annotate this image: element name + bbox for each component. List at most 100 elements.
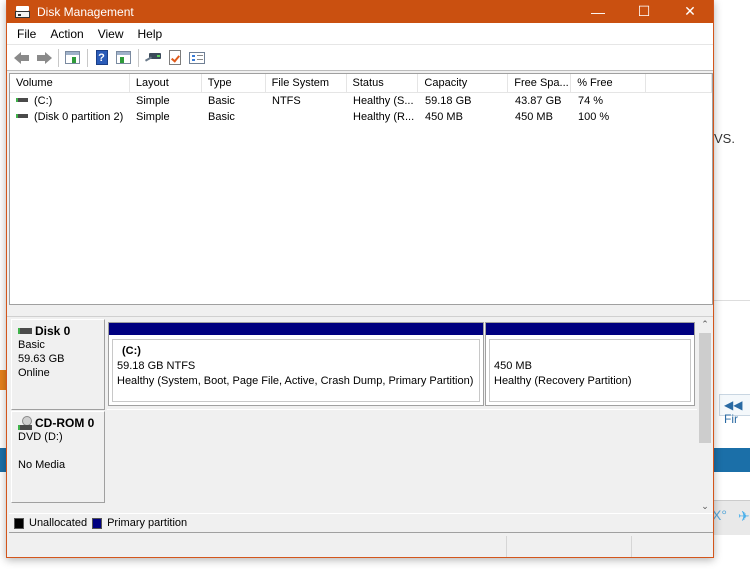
disk-0-size: 59.63 GB [18, 353, 65, 365]
toolbar-separator [58, 48, 59, 67]
partition-recovery[interactable]: 450 MB Healthy (Recovery Partition) [485, 322, 695, 406]
table-row[interactable]: (Disk 0 partition 2) Simple Basic Health… [10, 109, 712, 125]
disk-icon [18, 328, 32, 334]
legend-primary-partition: Primary partition [107, 517, 188, 529]
show-hide-action-pane-button[interactable] [113, 48, 134, 68]
disk-0-name: Disk 0 [35, 324, 71, 338]
cell-volume: (C:) [34, 95, 53, 107]
column-free-space[interactable]: Free Spa... [508, 74, 572, 93]
partition-c[interactable]: (C:) 59.18 GB NTFS Healthy (System, Boot… [108, 322, 484, 406]
volume-list-header: Volume Layout Type File System Status Ca… [10, 74, 712, 93]
cell-free-space: 43.87 GB [515, 95, 562, 107]
background-vs-text: VS. [714, 131, 735, 146]
column-filler [646, 74, 712, 93]
column-status[interactable]: Status [347, 74, 419, 93]
disk-0-partitions: (C:) 59.18 GB NTFS Healthy (System, Boot… [107, 317, 697, 409]
toolbar-separator [138, 48, 139, 67]
cell-file-system [266, 109, 347, 125]
background-divider [714, 300, 750, 301]
legend: Unallocated Primary partition [9, 513, 713, 533]
column-percent-free[interactable]: % Free [571, 74, 647, 93]
cdrom-0-area [107, 409, 697, 501]
forward-button[interactable] [33, 48, 54, 68]
primary-partition-swatch [92, 517, 103, 529]
show-hide-console-tree-icon [65, 51, 80, 64]
legend-unallocated: Unallocated [29, 517, 88, 529]
column-layout[interactable]: Layout [130, 74, 202, 93]
maximize-button[interactable]: ☐ [621, 0, 667, 23]
column-capacity[interactable]: Capacity [418, 74, 509, 93]
cell-status: Healthy (S... [353, 95, 414, 107]
cell-type: Basic [208, 111, 235, 123]
menu-bar: File Action View Help [7, 23, 713, 45]
background-x-icon[interactable]: X° [712, 507, 727, 523]
scroll-up-button[interactable]: ⌃ [697, 317, 713, 331]
forward-icon [36, 51, 52, 64]
cdrom-0-name: CD-ROM 0 [35, 416, 95, 430]
disk-management-app-icon [15, 5, 31, 19]
menu-help[interactable]: Help [132, 27, 169, 41]
twitter-icon[interactable]: ✈ [738, 508, 750, 525]
primary-partition-bar [486, 323, 694, 335]
cell-free-space: 450 MB [515, 111, 553, 123]
cdrom-0-label[interactable]: CD-ROM 0 DVD (D:) No Media [11, 411, 105, 503]
volume-icon [16, 98, 28, 103]
scroll-thumb[interactable] [699, 333, 711, 443]
minimize-button[interactable]: — [575, 0, 621, 23]
close-button[interactable]: ✕ [667, 0, 713, 23]
disk-0-state: Online [18, 367, 50, 379]
disk-management-window: Disk Management — ☐ ✕ File Action View H… [6, 0, 714, 558]
show-hide-console-tree-button[interactable] [62, 48, 83, 68]
unallocated-swatch [14, 517, 24, 529]
partition-recovery-status: Healthy (Recovery Partition) [494, 375, 632, 387]
connect-drive-button[interactable] [142, 48, 163, 68]
cell-file-system: NTFS [272, 95, 301, 107]
disk-graphical-view: Disk 0 Basic 59.63 GB Online (C:) 59.18 … [9, 317, 713, 513]
cell-percent-free: 100 % [578, 111, 610, 123]
partition-c-size: 59.18 GB NTFS [117, 360, 196, 372]
status-cell [507, 536, 632, 557]
show-hide-action-pane-icon [116, 51, 131, 64]
back-icon [13, 51, 30, 64]
list-view-button[interactable] [186, 48, 207, 68]
cell-status: Healthy (R... [353, 111, 415, 123]
disk-0-label[interactable]: Disk 0 Basic 59.63 GB Online [11, 319, 105, 410]
cell-volume: (Disk 0 partition 2) [34, 111, 124, 123]
check-properties-icon [168, 50, 181, 65]
partition-c-status: Healthy (System, Boot, Page File, Active… [117, 375, 474, 387]
menu-view[interactable]: View [92, 27, 130, 41]
toolbar: ? [7, 45, 713, 71]
back-button[interactable] [11, 48, 32, 68]
partition-c-name: (C:) [122, 345, 141, 357]
cell-capacity: 59.18 GB [425, 95, 472, 107]
menu-action[interactable]: Action [44, 27, 89, 41]
column-volume[interactable]: Volume [10, 74, 130, 93]
toolbar-separator [87, 48, 88, 67]
vertical-scrollbar[interactable]: ⌃ ⌄ [697, 317, 713, 513]
cell-layout: Simple [136, 95, 170, 107]
table-row[interactable]: (C:) Simple Basic NTFS Healthy (S... 59.… [10, 93, 712, 109]
status-cell [632, 536, 713, 557]
background-first-button[interactable]: ◀◀ Fir [719, 394, 750, 426]
partition-recovery-size: 450 MB [494, 360, 532, 372]
connect-drive-icon [144, 52, 162, 64]
help-button[interactable]: ? [91, 48, 112, 68]
disk-0-type: Basic [18, 339, 45, 351]
primary-partition-bar [109, 323, 483, 335]
column-type[interactable]: Type [202, 74, 266, 93]
volume-icon [16, 114, 28, 119]
cell-capacity: 450 MB [425, 111, 463, 123]
cdrom-0-type: DVD (D:) [18, 431, 63, 443]
list-view-icon [188, 51, 205, 64]
volume-list: Volume Layout Type File System Status Ca… [9, 73, 713, 305]
pane-splitter[interactable] [7, 305, 713, 317]
title-bar[interactable]: Disk Management — ☐ ✕ [7, 0, 713, 23]
cell-percent-free: 74 % [578, 95, 604, 107]
properties-button[interactable] [164, 48, 185, 68]
column-file-system[interactable]: File System [266, 74, 347, 93]
window-title: Disk Management [37, 4, 134, 19]
scroll-down-button[interactable]: ⌄ [697, 499, 713, 513]
cdrom-0-state: No Media [18, 459, 66, 471]
menu-file[interactable]: File [11, 27, 42, 41]
cell-type: Basic [208, 95, 235, 107]
